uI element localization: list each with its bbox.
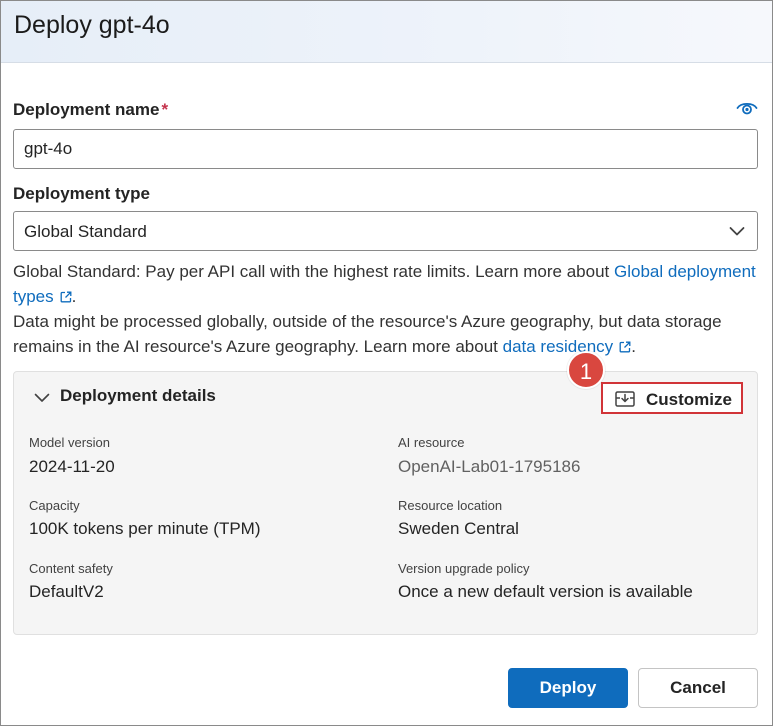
- capacity-label: Capacity: [29, 498, 80, 513]
- customize-button[interactable]: Customize: [601, 382, 743, 414]
- dialog-title: Deploy gpt-4o: [14, 11, 170, 39]
- resource-location-label: Resource location: [398, 498, 503, 513]
- deploy-button[interactable]: Deploy: [508, 668, 628, 708]
- customize-label: Customize: [646, 390, 732, 409]
- content-safety-label: Content safety: [29, 561, 113, 576]
- deployment-details-panel: Deployment details Customize Model versi…: [13, 371, 758, 635]
- external-link-icon: [60, 291, 72, 303]
- external-link-icon: [619, 341, 631, 353]
- model-version-label: Model version: [29, 435, 110, 450]
- deployment-type-select[interactable]: Global Standard: [13, 211, 758, 251]
- data-residency-description: Data might be processed globally, outsid…: [13, 312, 722, 356]
- deployment-type-description: Global Standard: Pay per API call with t…: [13, 262, 756, 306]
- version-upgrade-policy-value: Once a new default version is available: [398, 582, 693, 601]
- data-residency-link[interactable]: data residency: [503, 337, 632, 356]
- ai-resource-label: AI resource: [398, 435, 465, 450]
- dialog-header: Deploy gpt-4o: [1, 1, 772, 63]
- deployment-name-label-text: Deployment name: [13, 100, 160, 119]
- deployment-type-value: Global Standard: [24, 222, 147, 241]
- model-version-value: 2024-11-20: [29, 457, 115, 476]
- chevron-down-icon: [34, 393, 50, 402]
- required-mark: *: [161, 100, 169, 119]
- deploy-dialog: Deploy gpt-4o Deployment name * gpt-4o De…: [0, 0, 773, 726]
- cancel-button[interactable]: Cancel: [638, 668, 758, 708]
- deployment-type-label: Deployment type: [13, 184, 150, 203]
- deployment-name-input[interactable]: gpt-4o: [13, 129, 758, 169]
- ai-resource-value: OpenAI-Lab01-1795186: [398, 457, 581, 476]
- customize-icon: [615, 391, 635, 407]
- data-residency-link-text: data residency: [502, 337, 614, 356]
- capacity-value: 100K tokens per minute (TPM): [29, 519, 261, 538]
- chevron-down-icon: [729, 227, 745, 236]
- resource-location-value: Sweden Central: [398, 519, 519, 538]
- description-text-1: Global Standard: Pay per API call with t…: [13, 262, 614, 281]
- eye-icon[interactable]: [736, 100, 758, 116]
- annotation-badge: 1: [567, 351, 605, 389]
- content-safety-value: DefaultV2: [29, 582, 104, 601]
- deployment-details-title: Deployment details: [60, 386, 216, 405]
- deployment-name-label: Deployment name *: [13, 100, 168, 120]
- version-upgrade-policy-label: Version upgrade policy: [398, 561, 530, 576]
